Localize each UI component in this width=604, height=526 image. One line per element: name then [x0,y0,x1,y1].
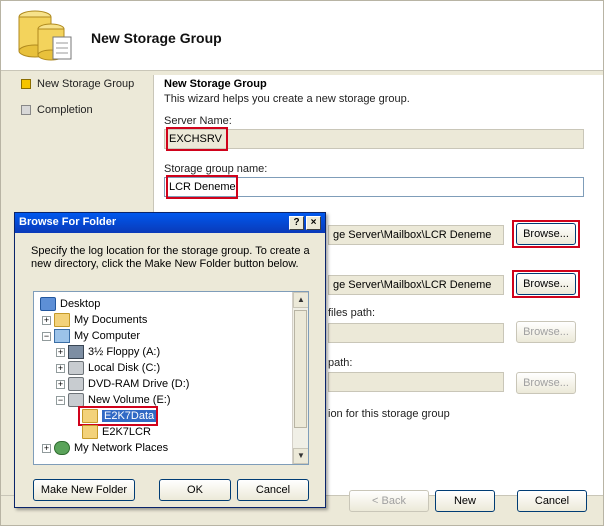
files-path-label: files path: [328,307,376,319]
scroll-down-icon[interactable]: ▼ [293,448,308,464]
back-button[interactable]: < Back [349,490,429,512]
content-heading: New Storage Group [164,78,267,90]
browse-system-path-button[interactable]: Browse... [516,273,576,295]
lcr-system-path-field [328,372,504,392]
floppy-icon [68,345,84,359]
scroll-thumb[interactable] [294,310,307,428]
expand-icon[interactable]: + [56,380,65,389]
browse-lcr-system-button[interactable]: Browse... [516,372,576,394]
folder-tree[interactable]: Desktop + My Documents − My Computer +3½ Flop… [33,291,309,465]
tree-node-label: E2K7Data [102,410,157,422]
wizard-cancel-button[interactable]: Cancel [517,490,587,512]
tree-node[interactable]: 3½ Floppy (A:) [68,344,160,360]
tree-node[interactable]: My Documents [54,312,147,328]
browse-log-path-button[interactable]: Browse... [516,223,576,245]
tree-node[interactable]: My Network Places [54,440,168,456]
tree-node-label: Local Disk (C:) [88,362,161,374]
collapse-icon[interactable]: − [42,332,51,341]
expand-icon[interactable]: + [56,364,65,373]
scroll-up-icon[interactable]: ▲ [293,292,308,308]
tree-node-label: Desktop [60,298,101,310]
storage-group-name-label: Storage group name: [164,163,268,175]
help-icon[interactable]: ? [289,216,304,230]
ok-button[interactable]: OK [159,479,231,501]
tree-node[interactable]: Local Disk (C:) [68,360,160,376]
storage-group-icon [18,10,72,61]
active-step-icon [21,79,31,89]
dialog-description: Specify the log location for the storage… [31,245,310,270]
storage-group-name-input[interactable]: LCR Deneme [164,177,584,197]
tree-node-label: DVD-RAM Drive (D:) [88,378,190,390]
browse-lcr-log-button[interactable]: Browse... [516,321,576,343]
server-name-label: Server Name: [164,115,232,127]
tree-node-label: E2K7LCR [102,426,151,438]
tree-node[interactable]: New Volume (E:) [68,392,171,408]
tree-node[interactable]: My Computer [54,328,140,344]
collapse-icon[interactable]: − [56,396,65,405]
make-new-folder-button[interactable]: Make New Folder [33,479,135,501]
folder-icon [54,313,70,327]
dialog-titlebar: Browse For Folder ? × [15,213,325,233]
tree-node[interactable]: Desktop [40,296,100,312]
dialog-cancel-button[interactable]: Cancel [237,479,309,501]
lcr-log-path-field [328,323,504,343]
network-icon [54,441,70,455]
desktop-icon [40,297,56,311]
browse-for-folder-dialog: Browse For Folder ? × Specify the log lo… [14,212,326,508]
wizard-title: New Storage Group [91,30,222,46]
step-label: Completion [37,104,93,116]
wizard-banner: New Storage Group [1,1,603,71]
inactive-step-icon [21,105,31,115]
expand-icon[interactable]: + [42,444,51,453]
expand-icon[interactable]: + [42,316,51,325]
tree-node-label: 3½ Floppy (A:) [88,346,161,358]
drive-icon [68,377,84,391]
tree-node-label: My Documents [74,314,148,326]
folder-tree-items: Desktop + My Documents − My Computer +3½ Flop… [34,292,292,464]
path-label: path: [328,357,353,369]
wizard-steps: New Storage Group Completion [21,75,151,127]
content-description: This wizard helps you create a new stora… [164,93,410,105]
expand-icon[interactable]: + [56,348,65,357]
tree-node[interactable]: E2K7Data [82,408,157,424]
log-files-path-field: ge Server\Mailbox\LCR Deneme [328,225,504,245]
system-files-path-field: ge Server\Mailbox\LCR Deneme [328,275,504,295]
computer-icon [54,329,70,343]
new-button[interactable]: New [435,490,495,512]
tree-node-label: My Computer [74,330,141,342]
tree-node[interactable]: E2K7LCR [82,424,151,440]
tree-node-label: My Network Places [74,442,169,454]
folder-icon [82,409,98,423]
tree-vertical-scrollbar[interactable]: ▲ ▼ [292,292,308,464]
step-new-storage-group[interactable]: New Storage Group [21,75,151,93]
tree-node[interactable]: DVD-RAM Drive (D:) [68,376,189,392]
drive-icon [68,361,84,375]
close-icon[interactable]: × [306,216,321,230]
enable-lcr-label: ion for this storage group [328,408,450,420]
step-label: New Storage Group [37,78,135,90]
dialog-title: Browse For Folder [19,216,117,228]
server-name-field: EXCHSRV [164,129,584,149]
step-completion[interactable]: Completion [21,101,151,119]
drive-icon [68,393,84,407]
folder-icon [82,425,98,439]
tree-node-label: New Volume (E:) [88,394,171,406]
